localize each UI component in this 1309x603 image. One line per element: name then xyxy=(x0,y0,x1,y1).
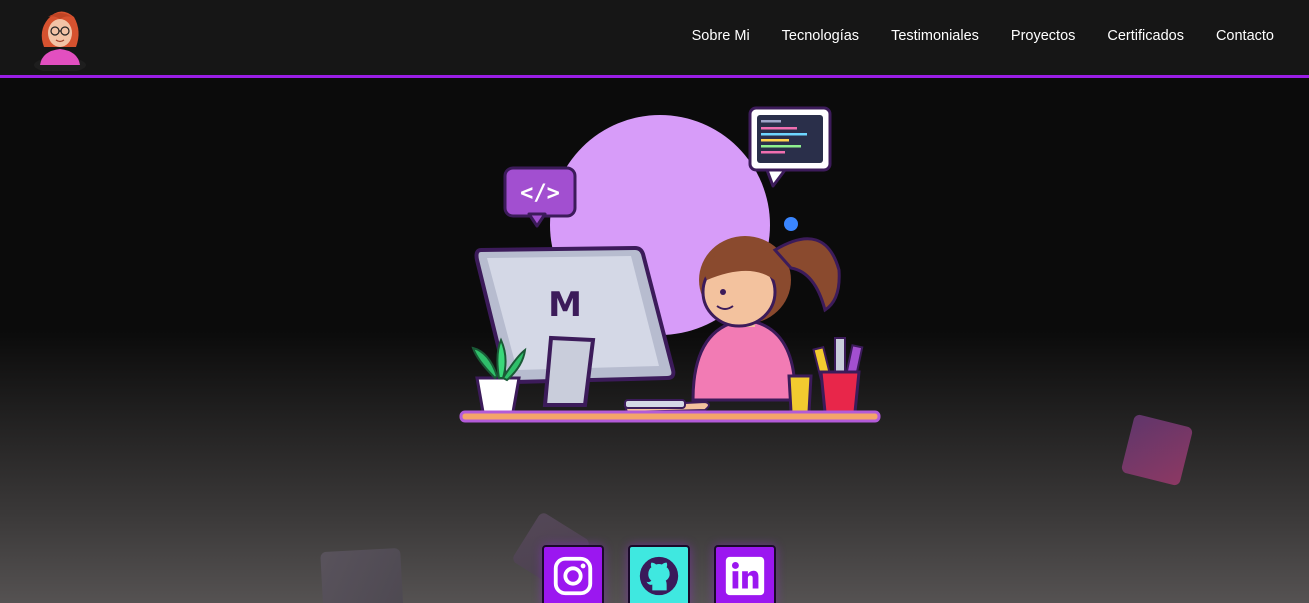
nav-link-tecnologias[interactable]: Tecnologías xyxy=(782,26,859,46)
avatar-logo[interactable] xyxy=(30,5,90,73)
github-icon xyxy=(639,556,679,596)
github-button[interactable] xyxy=(628,545,690,603)
code-bubble-icon: </> xyxy=(503,166,577,228)
instagram-button[interactable] xyxy=(542,545,604,603)
desk-shape xyxy=(459,410,881,423)
pencil-cup-icon xyxy=(787,337,864,414)
terminal-bubble-icon xyxy=(748,106,832,188)
instagram-icon xyxy=(553,556,593,596)
decorative-square xyxy=(1120,413,1194,487)
decorative-square xyxy=(320,547,404,603)
svg-text:M: M xyxy=(548,285,582,325)
nav-link-sobre-mi[interactable]: Sobre Mi xyxy=(692,26,750,46)
social-links xyxy=(542,545,776,603)
hero-illustration: </> M xyxy=(455,100,885,430)
nav-link-certificados[interactable]: Certificados xyxy=(1107,26,1184,46)
linkedin-button[interactable] xyxy=(714,545,776,603)
nav-links: Sobre Mi Tecnologías Testimoniales Proye… xyxy=(692,26,1274,46)
svg-text:</>: </> xyxy=(520,181,560,206)
nav-link-contacto[interactable]: Contacto xyxy=(1216,26,1274,46)
navbar: Sobre Mi Tecnologías Testimoniales Proye… xyxy=(0,0,1309,78)
linkedin-icon xyxy=(725,556,765,596)
nav-link-testimoniales[interactable]: Testimoniales xyxy=(891,26,979,46)
nav-link-proyectos[interactable]: Proyectos xyxy=(1011,26,1075,46)
